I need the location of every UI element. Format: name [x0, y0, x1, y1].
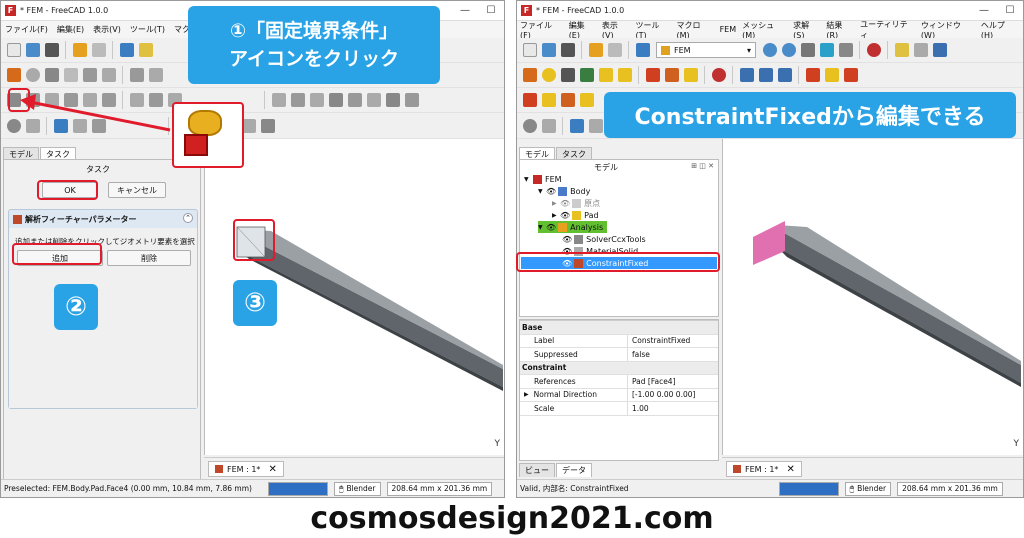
- step3-callout: ③: [233, 280, 277, 326]
- ok-highlight: [37, 180, 98, 200]
- constraint-fixed-highlight: [516, 252, 720, 272]
- website-footer: cosmosdesign2021.com: [310, 501, 714, 536]
- face-highlight: [233, 219, 275, 261]
- pointer-arrow: [20, 94, 171, 132]
- add-highlight: [12, 243, 102, 265]
- step2-callout: ②: [54, 284, 98, 330]
- right-callout: ConstraintFixedから編集できる: [604, 92, 1016, 138]
